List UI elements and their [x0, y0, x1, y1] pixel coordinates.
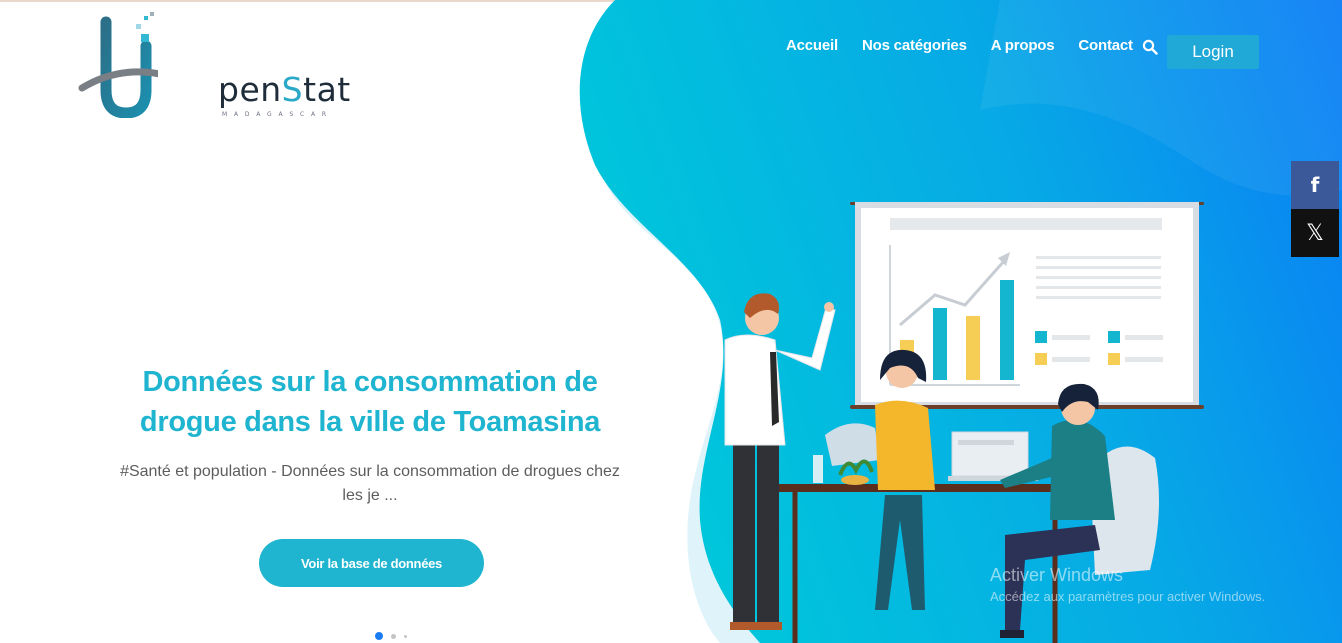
- facebook-share-button[interactable]: f: [1291, 161, 1339, 209]
- main-nav: Accueil Nos catégories A propos Contact: [786, 37, 1157, 54]
- brand-tagline: MADAGASCAR: [222, 111, 333, 118]
- hero-title: Données sur la consommation de drogue da…: [139, 366, 601, 438]
- x-icon: 𝕏: [1306, 220, 1324, 246]
- view-database-button[interactable]: Voir la base de données: [259, 539, 484, 587]
- windows-activation-watermark: Activer Windows Accédez aux paramètres p…: [990, 565, 1265, 604]
- brand-wordmark: penStat: [218, 70, 351, 109]
- login-button[interactable]: Login: [1167, 35, 1259, 69]
- nav-nos-categories[interactable]: Nos catégories: [862, 37, 967, 54]
- slide-dot-3[interactable]: [404, 634, 407, 638]
- x-share-button[interactable]: 𝕏: [1291, 209, 1339, 257]
- nav-a-propos[interactable]: A propos: [991, 37, 1055, 54]
- facebook-icon: f: [1310, 173, 1320, 197]
- watermark-line1: Activer Windows: [990, 565, 1124, 585]
- slide-dot-1[interactable]: [375, 632, 383, 640]
- share-rail: f 𝕏: [1291, 161, 1339, 257]
- hero-subtitle: #Santé et population - Données sur la co…: [120, 463, 620, 504]
- brand-logo[interactable]: penStat MADAGASCAR: [78, 10, 350, 118]
- nav-accueil[interactable]: Accueil: [786, 37, 838, 54]
- slide-dot-2[interactable]: [391, 633, 396, 639]
- slider-dots: [375, 632, 415, 640]
- search-icon[interactable]: [1142, 39, 1158, 55]
- watermark-line2: Accédez aux paramètres pour activer Wind…: [990, 589, 1266, 604]
- nav-contact[interactable]: Contact: [1078, 37, 1133, 54]
- logo-mark-icon: [78, 12, 158, 118]
